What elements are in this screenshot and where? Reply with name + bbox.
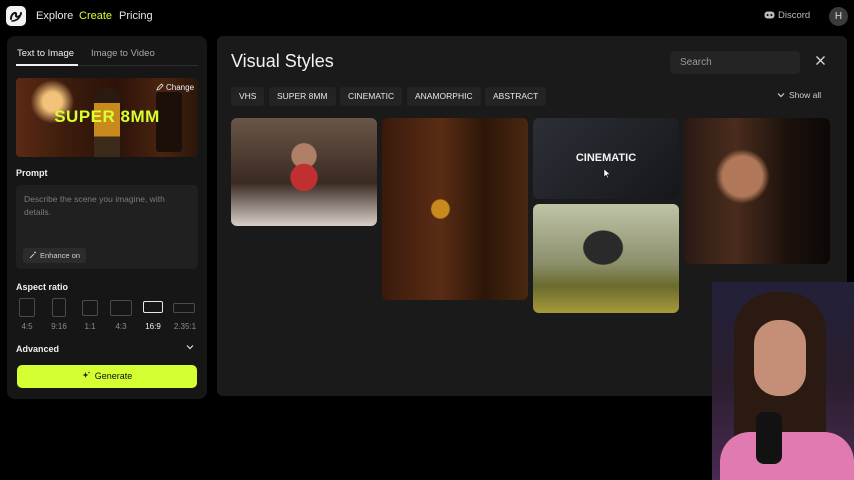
generate-label: Generate [94, 371, 133, 381]
enhance-label: Enhance on [40, 251, 81, 260]
aspect-ratio-4-3[interactable] [110, 300, 132, 316]
aspect-ratio-label: Aspect ratio [16, 282, 69, 292]
aspect-ratio-label-9-16: 9:16 [51, 322, 67, 331]
aspect-ratio-label-1-1: 1:1 [84, 322, 96, 331]
close-icon[interactable] [815, 53, 826, 69]
nav-create[interactable]: Create [79, 10, 112, 22]
show-all-label: Show all [789, 90, 822, 100]
sparkle-icon [82, 371, 90, 378]
search-input[interactable]: Search [670, 51, 800, 74]
top-bar: Explore Create Pricing Discord H [0, 0, 854, 34]
nav-pricing[interactable]: Pricing [119, 10, 153, 22]
discord-icon [764, 11, 775, 19]
change-style-button[interactable]: Change [156, 83, 194, 92]
nav-explore[interactable]: Explore [36, 10, 73, 22]
show-all-toggle[interactable]: Show all [777, 90, 821, 100]
discord-link[interactable]: Discord [764, 10, 810, 21]
presenter-shirt [720, 432, 854, 480]
style-thumbnail[interactable]: SUPER 8MM Change [16, 78, 198, 157]
style-card-cinematic[interactable]: CINEMATIC [533, 118, 679, 199]
user-avatar[interactable]: H [829, 7, 848, 26]
change-label: Change [166, 83, 195, 92]
filter-abstract[interactable]: ABSTRACT [485, 87, 547, 106]
generation-panel: Text to Image Image to Video SUPER 8MM C… [7, 36, 207, 399]
aspect-ratio-4-5[interactable] [19, 298, 35, 317]
filter-super-8mm[interactable]: SUPER 8MM [269, 87, 336, 106]
tab-image-to-video[interactable]: Image to Video [91, 48, 155, 59]
style-card-abstract-field[interactable] [533, 204, 679, 313]
style-card-label: CINEMATIC [575, 152, 637, 164]
style-thumbnail-title: SUPER 8MM [54, 107, 160, 126]
enhance-toggle[interactable]: Enhance on [23, 248, 87, 263]
webcam-overlay [712, 282, 854, 480]
style-card-super-8mm-room[interactable] [382, 118, 528, 300]
presenter-face [754, 320, 806, 396]
microphone-icon [756, 412, 782, 464]
style-card-skateboard-portrait[interactable] [231, 118, 377, 226]
filter-vhs[interactable]: VHS [231, 87, 265, 106]
prompt-input[interactable]: Describe the scene you imagine, with det… [16, 185, 198, 269]
aspect-ratio-label-4-5: 4:5 [21, 322, 33, 331]
active-tab-indicator [16, 64, 78, 66]
page-title: Visual Styles [231, 51, 334, 71]
magic-wand-icon [29, 251, 36, 259]
filter-cinematic[interactable]: CINEMATIC [340, 87, 403, 106]
cursor-icon [603, 168, 611, 179]
aspect-ratio-2-35-1[interactable] [173, 303, 195, 313]
pencil-icon [156, 83, 164, 91]
aspect-ratio-label-16-9: 16:9 [145, 322, 161, 331]
chevron-down-icon [777, 93, 785, 98]
prompt-placeholder: Describe the scene you imagine, with det… [24, 194, 165, 217]
aspect-ratio-9-16[interactable] [52, 298, 66, 317]
prompt-label: Prompt [16, 168, 48, 178]
filter-anamorphic[interactable]: ANAMORPHIC [407, 87, 481, 106]
chevron-down-icon[interactable] [186, 342, 194, 352]
aspect-ratio-label-4-3: 4:3 [115, 322, 127, 331]
aspect-ratio-1-1[interactable] [82, 300, 98, 316]
aspect-ratio-16-9[interactable] [143, 301, 163, 313]
app-logo-icon[interactable] [6, 6, 26, 26]
discord-label: Discord [778, 10, 811, 21]
generate-button[interactable]: Generate [17, 365, 197, 388]
advanced-label[interactable]: Advanced [16, 344, 59, 354]
tab-text-to-image[interactable]: Text to Image [17, 48, 74, 59]
style-card-portrait-woman[interactable] [684, 118, 830, 264]
aspect-ratio-label-2-35-1: 2.35:1 [173, 322, 197, 331]
